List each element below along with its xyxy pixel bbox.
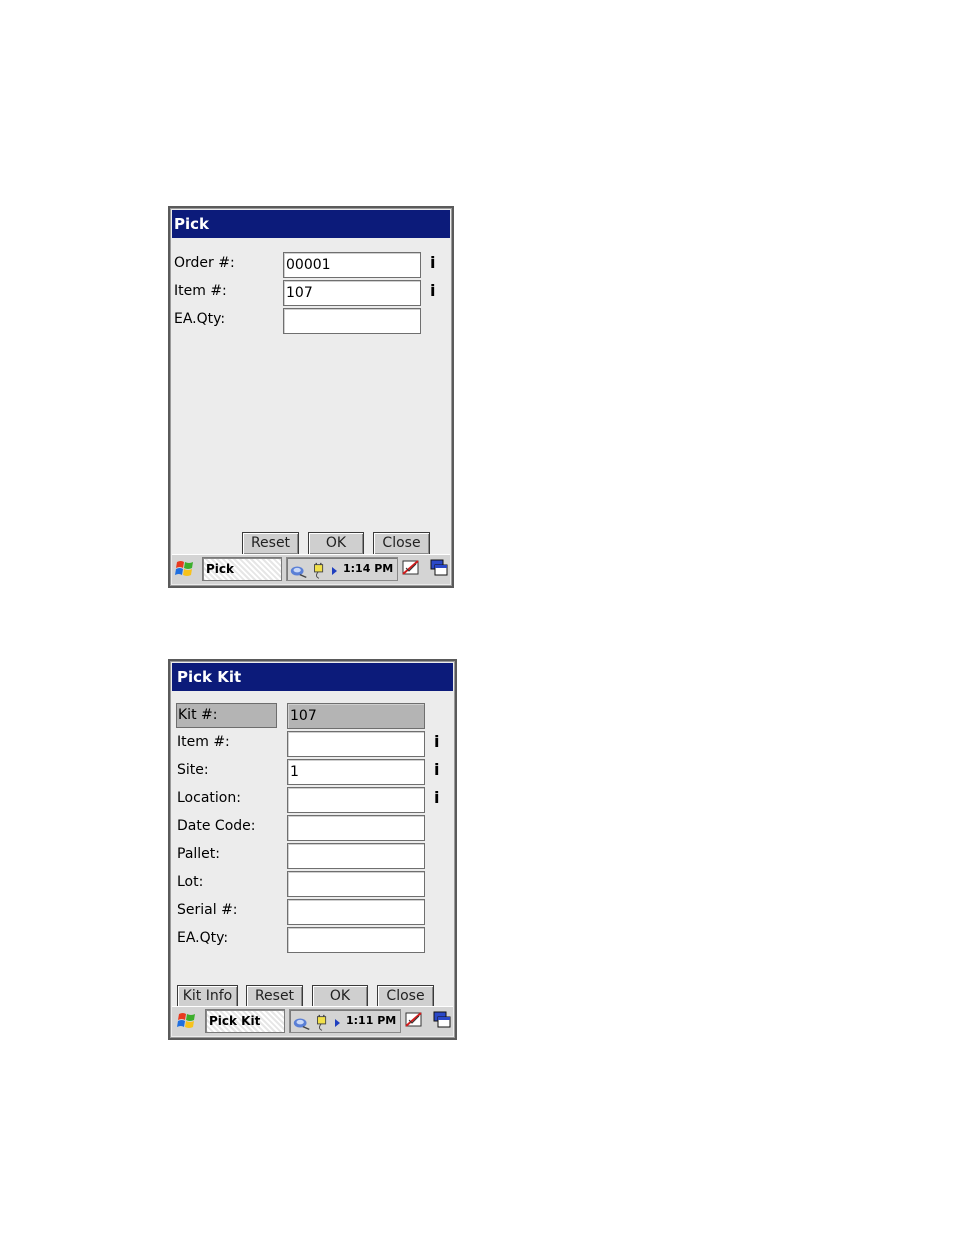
input-panel-icon[interactable] (400, 558, 422, 578)
date-code-field[interactable] (287, 815, 425, 841)
lot-label: Lot: (177, 874, 204, 890)
pallet-label: Pallet: (177, 846, 220, 862)
kit-label: Kit #: (176, 703, 277, 728)
order-field[interactable]: 00001 (283, 252, 421, 278)
serial-field[interactable] (287, 899, 425, 925)
order-label: Order #: (174, 255, 235, 271)
windows-start-icon[interactable] (176, 1010, 198, 1032)
taskbar: Pick Kit 1:11 PM (172, 1006, 453, 1036)
pick-kit-form: Kit #: 107 Item #: i Site: 1 i Location:… (172, 691, 453, 1008)
serial-label: Serial #: (177, 902, 238, 918)
power-plug-icon[interactable] (312, 1013, 332, 1033)
date-code-label: Date Code: (177, 818, 256, 834)
location-info-icon[interactable]: i (434, 788, 439, 807)
kit-field: 107 (287, 703, 425, 729)
window-title: Pick (172, 210, 450, 238)
network-icon[interactable] (289, 561, 309, 581)
clock: 1:14 PM (343, 562, 394, 575)
pick-kit-window: Pick Kit Kit #: 107 Item #: i Site: 1 i … (168, 659, 457, 1040)
item-field[interactable] (287, 731, 425, 757)
clock: 1:11 PM (346, 1014, 397, 1027)
pick-window: Pick Order #: 00001 i Item #: 107 i EA.Q… (168, 206, 454, 588)
power-plug-icon[interactable] (309, 561, 329, 581)
site-info-icon[interactable]: i (434, 760, 439, 779)
windows-start-icon[interactable] (174, 558, 196, 580)
qty-label: EA.Qty: (177, 930, 229, 946)
pick-form: Order #: 00001 i Item #: 107 i EA.Qty: R… (172, 238, 450, 555)
system-tray: 1:14 PM (286, 557, 398, 581)
site-label: Site: (177, 762, 209, 778)
reset-button[interactable]: Reset (242, 532, 299, 555)
lot-field[interactable] (287, 871, 425, 897)
location-label: Location: (177, 790, 241, 806)
task-button-pick[interactable]: Pick (202, 557, 282, 581)
qty-field[interactable] (283, 308, 421, 334)
item-label: Item #: (177, 734, 230, 750)
taskbar: Pick 1:14 PM (172, 554, 450, 584)
tray-arrow-icon[interactable] (331, 561, 339, 581)
desktop-icon[interactable] (431, 1010, 453, 1030)
ok-button[interactable]: OK (312, 985, 368, 1008)
ok-button[interactable]: OK (308, 532, 364, 555)
network-icon[interactable] (292, 1013, 312, 1033)
desktop-icon[interactable] (428, 558, 450, 578)
qty-field[interactable] (287, 927, 425, 953)
item-field[interactable]: 107 (283, 280, 421, 306)
item-label: Item #: (174, 283, 227, 299)
location-field[interactable] (287, 787, 425, 813)
close-button[interactable]: Close (377, 985, 434, 1008)
item-info-icon[interactable]: i (430, 281, 435, 300)
system-tray: 1:11 PM (289, 1009, 401, 1033)
task-button-pick-kit[interactable]: Pick Kit (205, 1009, 285, 1033)
window-title: Pick Kit (172, 663, 453, 691)
order-info-icon[interactable]: i (430, 253, 435, 272)
reset-button[interactable]: Reset (246, 985, 303, 1008)
pallet-field[interactable] (287, 843, 425, 869)
input-panel-icon[interactable] (403, 1010, 425, 1030)
item-info-icon[interactable]: i (434, 732, 439, 751)
site-field[interactable]: 1 (287, 759, 425, 785)
kit-info-button[interactable]: Kit Info (177, 985, 238, 1008)
qty-label: EA.Qty: (174, 311, 226, 327)
close-button[interactable]: Close (373, 532, 430, 555)
tray-arrow-icon[interactable] (334, 1013, 342, 1033)
